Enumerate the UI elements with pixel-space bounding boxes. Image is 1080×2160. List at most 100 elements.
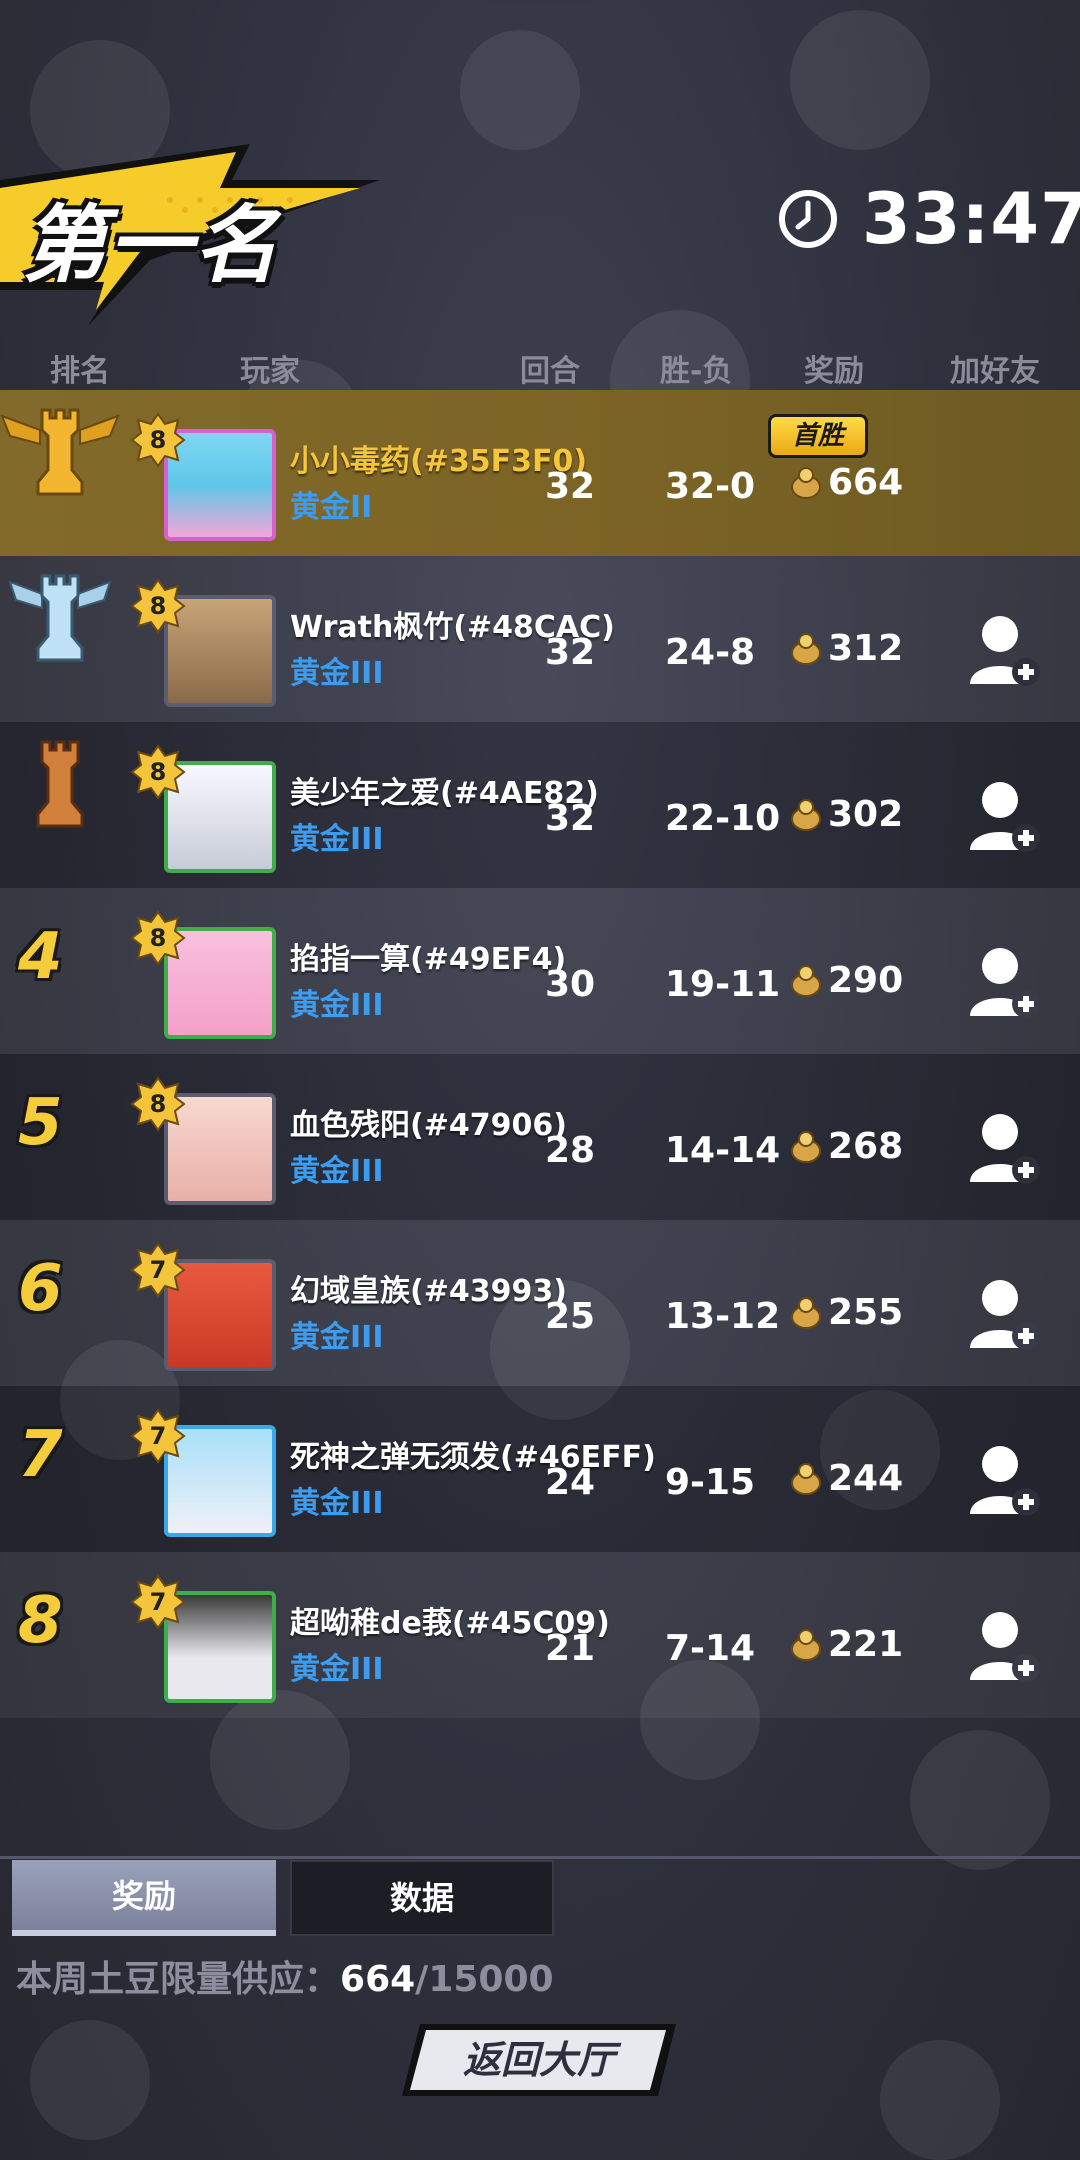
player-row: 4 8 掐指一算(#49EF4) 黄金III 30 19-11 290 — [0, 888, 1080, 1054]
weekly-supply: 本周土豆限量供应：664/15000 — [16, 1950, 554, 2002]
player-row: 7 7 死神之弹无须发(#46EFF) 黄金III 24 9-15 244 — [0, 1386, 1080, 1552]
potato-coin-icon — [791, 1462, 821, 1495]
match-timer: 33:47 — [778, 178, 1080, 260]
tab-reward[interactable]: 奖励 — [12, 1860, 276, 1936]
player-rounds: 25 — [544, 1296, 596, 1337]
potato-coin-icon — [791, 632, 821, 665]
player-reward: 664 — [788, 462, 903, 503]
player-rounds: 21 — [544, 1628, 596, 1669]
player-tier: 黄金III — [290, 1652, 384, 1687]
column-header-win-loss: 胜-负 — [660, 354, 733, 389]
potato-coin-icon — [791, 466, 821, 499]
add-friend-icon[interactable] — [968, 1276, 1040, 1352]
level-text: 7 — [149, 1588, 167, 1616]
level-text: 8 — [149, 924, 167, 952]
silver-rook-trophy-icon — [8, 574, 112, 662]
potato-coin-icon — [791, 1130, 821, 1163]
player-name: 掐指一算(#49EF4) — [290, 942, 567, 977]
player-tier: 黄金III — [290, 656, 384, 691]
reward-value: 290 — [828, 960, 904, 1001]
player-win-loss: 32-0 — [665, 466, 756, 507]
column-header-rounds: 回合 — [520, 354, 580, 389]
reward-value: 302 — [828, 794, 904, 835]
reward-value: 221 — [828, 1624, 904, 1665]
rank-number: 6 — [18, 1252, 63, 1326]
player-reward: 290 — [788, 960, 903, 1001]
player-row: 8 Wrath枫竹(#48CAC) 黄金III 32 24-8 312 — [0, 556, 1080, 722]
player-win-loss: 19-11 — [665, 964, 781, 1005]
clock-icon — [779, 190, 837, 248]
rank-number: 4 — [18, 920, 63, 994]
player-tier: 黄金III — [290, 822, 384, 857]
player-reward: 302 — [788, 794, 903, 835]
gold-rook-trophy-icon — [0, 408, 120, 496]
timer-text: 33:47 — [862, 178, 1080, 260]
rank-number: 8 — [18, 1584, 63, 1658]
potato-coin-icon — [791, 964, 821, 997]
player-reward: 244 — [788, 1458, 903, 1499]
potato-coin-icon — [791, 1628, 821, 1661]
level-text: 8 — [149, 758, 167, 786]
player-rounds: 32 — [544, 798, 596, 839]
player-tier: 黄金II — [290, 490, 373, 525]
player-name: 幻域皇族(#43993) — [290, 1274, 567, 1309]
player-row: 8 首胜 小小毒药(#35F3F0) 黄金II 32 32-0 664 — [0, 390, 1080, 556]
player-tier: 黄金III — [290, 1154, 384, 1189]
reward-value: 268 — [828, 1126, 904, 1167]
add-friend-icon[interactable] — [968, 944, 1040, 1020]
player-win-loss: 13-12 — [665, 1296, 781, 1337]
level-text: 8 — [149, 1090, 167, 1118]
player-tier: 黄金III — [290, 1486, 384, 1521]
player-win-loss: 9-15 — [665, 1462, 756, 1503]
player-win-loss: 22-10 — [665, 798, 781, 839]
back-to-lobby-button[interactable]: 返回大厅 — [400, 2022, 678, 2098]
first-win-badge: 首胜 — [768, 414, 868, 458]
column-header-player: 玩家 — [240, 354, 300, 389]
player-name: 血色残阳(#47906) — [290, 1108, 567, 1143]
player-rounds: 32 — [544, 632, 596, 673]
add-friend-icon[interactable] — [968, 1442, 1040, 1518]
player-win-loss: 14-14 — [665, 1130, 781, 1171]
supply-current: 664 — [340, 1959, 416, 2000]
player-rounds: 32 — [544, 466, 596, 507]
column-header-add-friend: 加好友 — [950, 354, 1040, 389]
level-text: 7 — [149, 1422, 167, 1450]
column-header-reward: 奖励 — [804, 354, 864, 389]
add-friend-icon[interactable] — [968, 612, 1040, 688]
player-row: 8 7 超呦稚de莪(#45C09) 黄金III 21 7-14 221 — [0, 1552, 1080, 1718]
player-reward: 312 — [788, 628, 903, 669]
add-friend-icon[interactable] — [968, 1608, 1040, 1684]
bronze-rook-trophy-icon — [36, 740, 84, 828]
supply-label: 本周土豆限量供应： — [16, 1959, 341, 2000]
divider — [0, 1856, 1080, 1859]
player-rounds: 30 — [544, 964, 596, 1005]
player-row: 6 7 幻域皇族(#43993) 黄金III 25 13-12 255 — [0, 1220, 1080, 1386]
placement-title: 第一名 — [22, 196, 281, 294]
player-win-loss: 7-14 — [665, 1628, 756, 1669]
level-text: 8 — [149, 592, 167, 620]
player-reward: 255 — [788, 1292, 903, 1333]
player-win-loss: 24-8 — [665, 632, 756, 673]
rank-number: 7 — [18, 1418, 63, 1492]
player-reward: 221 — [788, 1624, 903, 1665]
player-rounds: 24 — [544, 1462, 596, 1503]
rank-number: 5 — [18, 1086, 63, 1160]
reward-value: 664 — [828, 462, 904, 503]
potato-coin-icon — [791, 798, 821, 831]
reward-value: 244 — [828, 1458, 904, 1499]
player-tier: 黄金III — [290, 1320, 384, 1355]
player-reward: 268 — [788, 1126, 903, 1167]
player-row: 8 美少年之爱(#4AE82) 黄金III 32 22-10 302 — [0, 722, 1080, 888]
column-header-rank: 排名 — [50, 354, 110, 389]
player-tier: 黄金III — [290, 988, 384, 1023]
player-name: 死神之弹无须发(#46EFF) — [290, 1440, 656, 1475]
add-friend-icon[interactable] — [968, 778, 1040, 854]
player-row: 5 8 血色残阳(#47906) 黄金III 28 14-14 268 — [0, 1054, 1080, 1220]
tab-data[interactable]: 数据 — [290, 1860, 554, 1936]
level-text: 8 — [149, 426, 167, 454]
reward-value: 255 — [828, 1292, 904, 1333]
add-friend-icon[interactable] — [968, 1110, 1040, 1186]
reward-value: 312 — [828, 628, 904, 669]
supply-total: /15000 — [415, 1959, 554, 2000]
player-rounds: 28 — [544, 1130, 596, 1171]
